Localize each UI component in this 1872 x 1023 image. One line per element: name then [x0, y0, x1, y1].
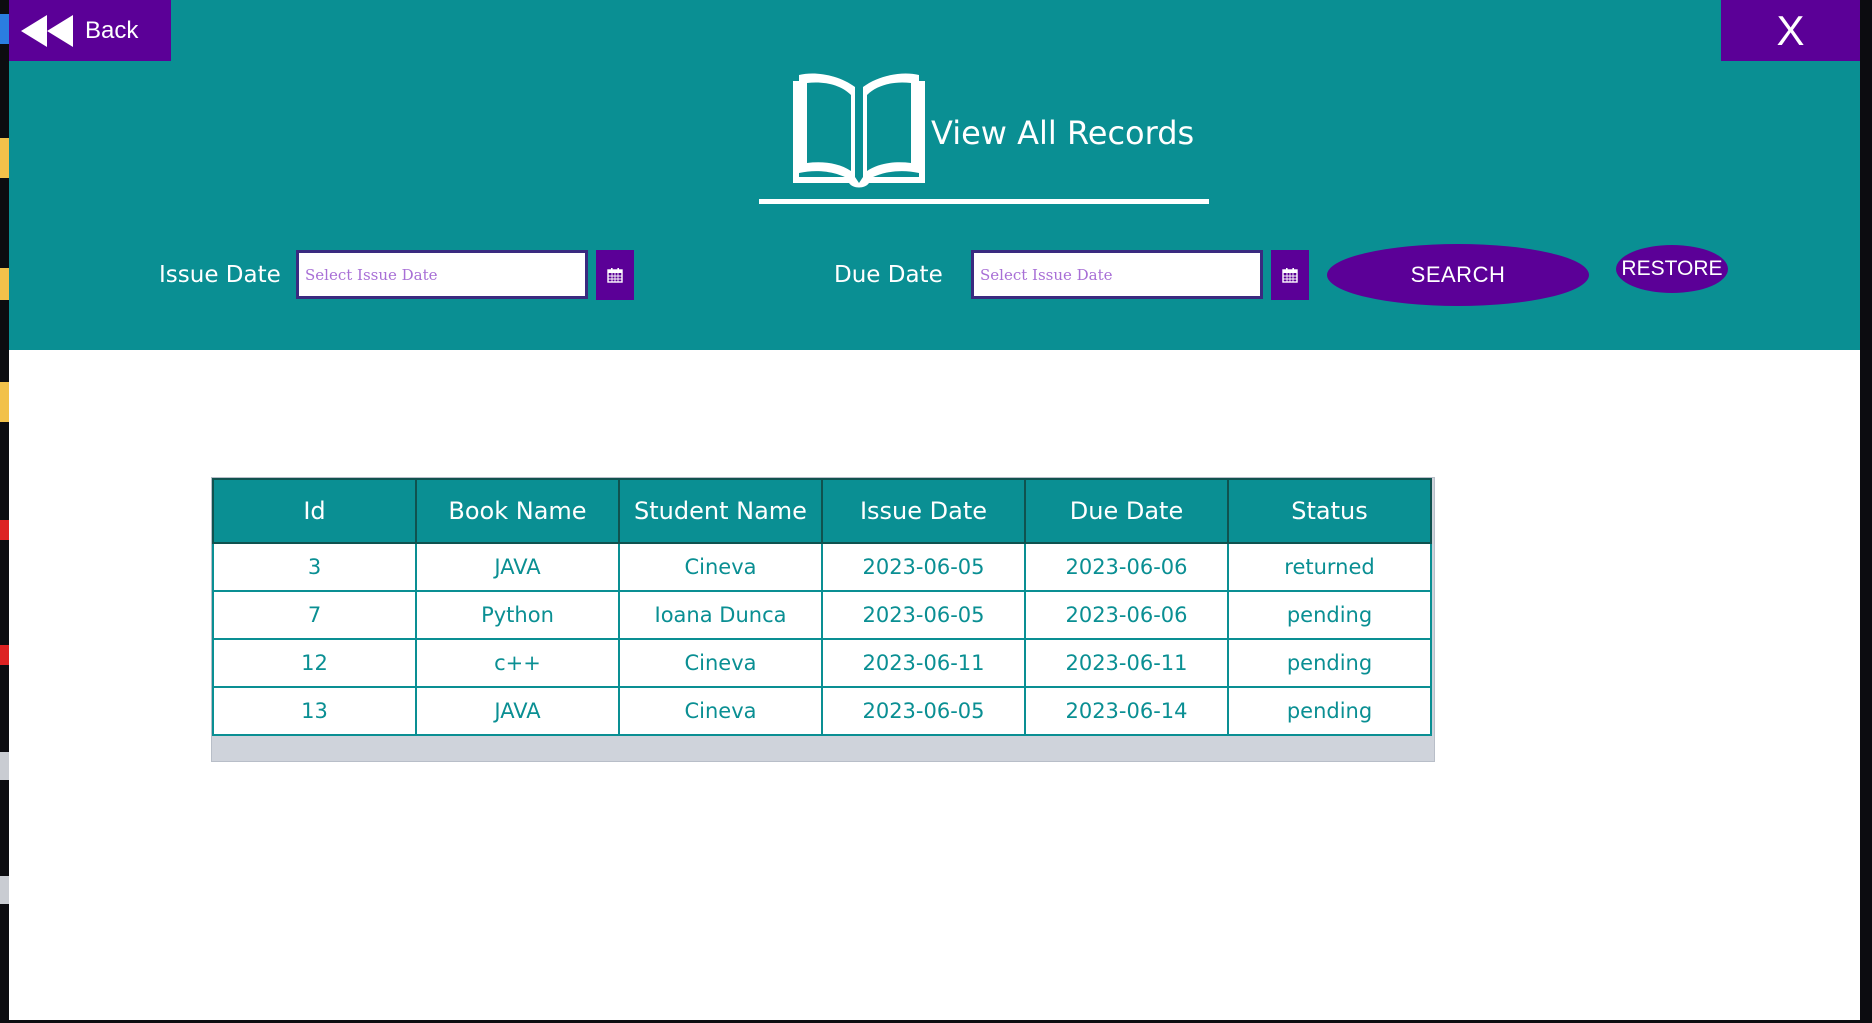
cell-status[interactable]: returned: [1227, 542, 1432, 592]
cell-student-name[interactable]: Ioana Dunca: [618, 590, 823, 640]
cell-due-date[interactable]: 2023-06-06: [1024, 542, 1229, 592]
column-header-status[interactable]: Status: [1227, 478, 1432, 544]
records-table: Id Book Name Student Name Issue Date Due…: [212, 478, 1432, 736]
desktop-icon-fragment: [0, 876, 9, 904]
desktop-icon-fragment: [0, 752, 9, 780]
page-title: View All Records: [931, 114, 1195, 152]
cell-id[interactable]: 12: [212, 638, 417, 688]
column-header-student-name[interactable]: Student Name: [618, 478, 823, 544]
cell-id[interactable]: 7: [212, 590, 417, 640]
table-header-row: Id Book Name Student Name Issue Date Due…: [212, 478, 1432, 544]
back-button[interactable]: Back: [9, 0, 171, 61]
column-header-id[interactable]: Id: [212, 478, 417, 544]
issue-date-input[interactable]: [296, 250, 588, 299]
title-underline: [759, 199, 1209, 204]
cell-issue-date[interactable]: 2023-06-05: [821, 686, 1026, 736]
cell-student-name[interactable]: Cineva: [618, 686, 823, 736]
cell-status[interactable]: pending: [1227, 686, 1432, 736]
desktop-folder-fragment: [0, 382, 9, 422]
desktop-icon-fragment: [0, 520, 9, 540]
cell-issue-date[interactable]: 2023-06-05: [821, 590, 1026, 640]
issue-date-calendar-button[interactable]: [596, 250, 634, 300]
cell-book-name[interactable]: c++: [415, 638, 620, 688]
table-row[interactable]: 12 c++ Cineva 2023-06-11 2023-06-11 pend…: [212, 638, 1432, 688]
calendar-icon: [1282, 268, 1298, 283]
records-table-container[interactable]: Id Book Name Student Name Issue Date Due…: [211, 477, 1435, 762]
cell-student-name[interactable]: Cineva: [618, 542, 823, 592]
table-row[interactable]: 13 JAVA Cineva 2023-06-05 2023-06-14 pen…: [212, 686, 1432, 736]
calendar-icon: [607, 268, 623, 283]
header-panel: Back X View All Records Issue Date Selec…: [9, 0, 1860, 350]
column-header-due-date[interactable]: Due Date: [1024, 478, 1229, 544]
cell-issue-date[interactable]: 2023-06-05: [821, 542, 1026, 592]
cell-status[interactable]: pending: [1227, 638, 1432, 688]
table-row[interactable]: 7 Python Ioana Dunca 2023-06-05 2023-06-…: [212, 590, 1432, 640]
cell-due-date[interactable]: 2023-06-14: [1024, 686, 1229, 736]
cell-book-name[interactable]: Python: [415, 590, 620, 640]
cell-due-date[interactable]: 2023-06-06: [1024, 590, 1229, 640]
due-date-calendar-button[interactable]: [1271, 250, 1309, 300]
desktop-icon-fragment: [0, 14, 9, 44]
cell-id[interactable]: 13: [212, 686, 417, 736]
title-block: View All Records: [791, 64, 1194, 194]
issue-date-label: Issue Date: [159, 262, 281, 288]
cell-issue-date[interactable]: 2023-06-11: [821, 638, 1026, 688]
desktop-folder-fragment: [0, 268, 9, 300]
column-header-book-name[interactable]: Book Name: [415, 478, 620, 544]
close-button[interactable]: X: [1721, 0, 1860, 61]
cell-status[interactable]: pending: [1227, 590, 1432, 640]
records-window: Back X View All Records Issue Date Selec…: [9, 0, 1860, 1020]
cell-student-name[interactable]: Cineva: [618, 638, 823, 688]
back-label: Back: [85, 16, 139, 44]
due-date-input[interactable]: [971, 250, 1263, 299]
desktop-icon-fragment: [0, 645, 9, 665]
cell-book-name[interactable]: JAVA: [415, 542, 620, 592]
column-header-issue-date[interactable]: Issue Date: [821, 478, 1026, 544]
book-open-icon: [793, 73, 925, 188]
due-date-label: Due Date: [834, 262, 943, 288]
cell-due-date[interactable]: 2023-06-11: [1024, 638, 1229, 688]
restore-button[interactable]: RESTORE: [1616, 245, 1728, 293]
cell-book-name[interactable]: JAVA: [415, 686, 620, 736]
search-button[interactable]: SEARCH: [1327, 244, 1589, 306]
desktop-folder-fragment: [0, 138, 9, 178]
table-row[interactable]: 3 JAVA Cineva 2023-06-05 2023-06-06 retu…: [212, 542, 1432, 592]
rewind-icon: [21, 14, 73, 47]
cell-id[interactable]: 3: [212, 542, 417, 592]
